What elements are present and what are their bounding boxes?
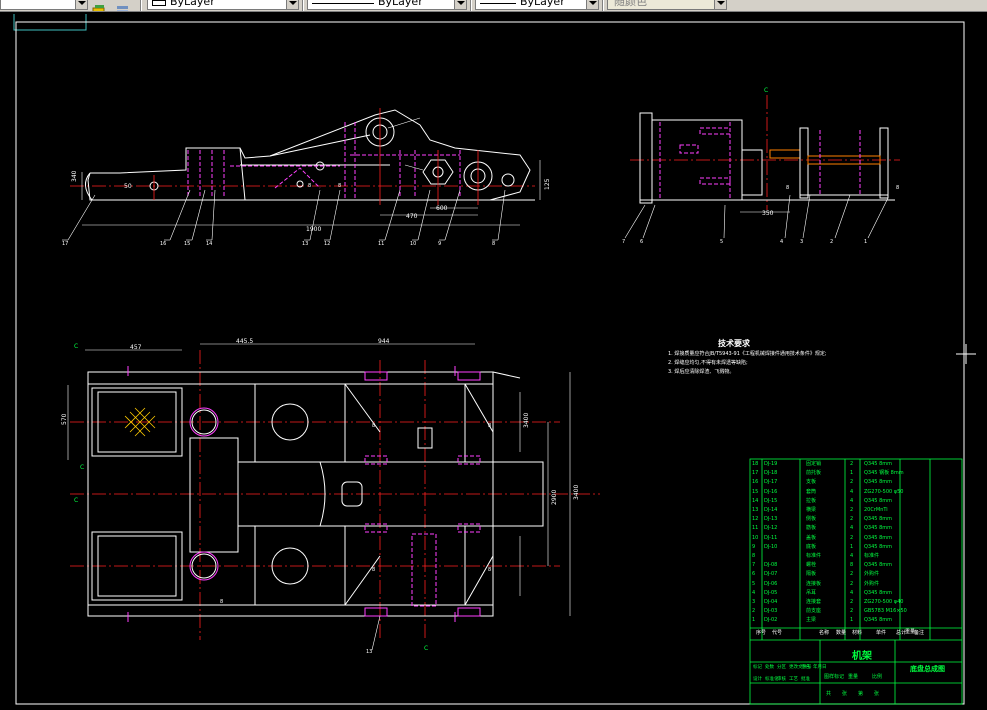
chevron-down-icon[interactable]: [75, 0, 87, 9]
color-value: ByLayer: [170, 0, 215, 8]
linetype-preview: [312, 3, 374, 4]
toolbar-separator: [302, 0, 304, 11]
drawing-canvas[interactable]: [0, 11, 987, 710]
drawing-border: [15, 21, 965, 705]
end-view: [624, 95, 900, 239]
chevron-down-icon[interactable]: [286, 0, 298, 9]
chevron-down-icon[interactable]: [586, 0, 598, 9]
linetype-combo[interactable]: ByLayer: [307, 0, 467, 10]
plotstyle-value: 随颜色: [614, 0, 647, 8]
chevron-down-icon[interactable]: [714, 0, 726, 9]
plan-view: [67, 343, 600, 651]
lineweight-combo[interactable]: ByLayer: [475, 0, 599, 10]
toolbar-separator: [602, 0, 604, 11]
chevron-down-icon[interactable]: [454, 0, 466, 9]
color-combo[interactable]: ByLayer: [147, 0, 299, 10]
title-block: [749, 458, 963, 705]
linetype-value: ByLayer: [378, 0, 423, 8]
layer-states-icon[interactable]: [116, 0, 130, 11]
plotstyle-combo[interactable]: 随颜色: [607, 0, 727, 10]
toolbar-separator: [140, 0, 142, 11]
layer-icon[interactable]: [92, 0, 106, 11]
lineweight-value: ByLayer: [520, 0, 565, 8]
color-swatch: [152, 0, 166, 6]
lineweight-preview: [480, 3, 516, 4]
toolbar-separator: [470, 0, 472, 11]
side-view: [62, 108, 541, 241]
layer-combo[interactable]: [0, 0, 88, 10]
